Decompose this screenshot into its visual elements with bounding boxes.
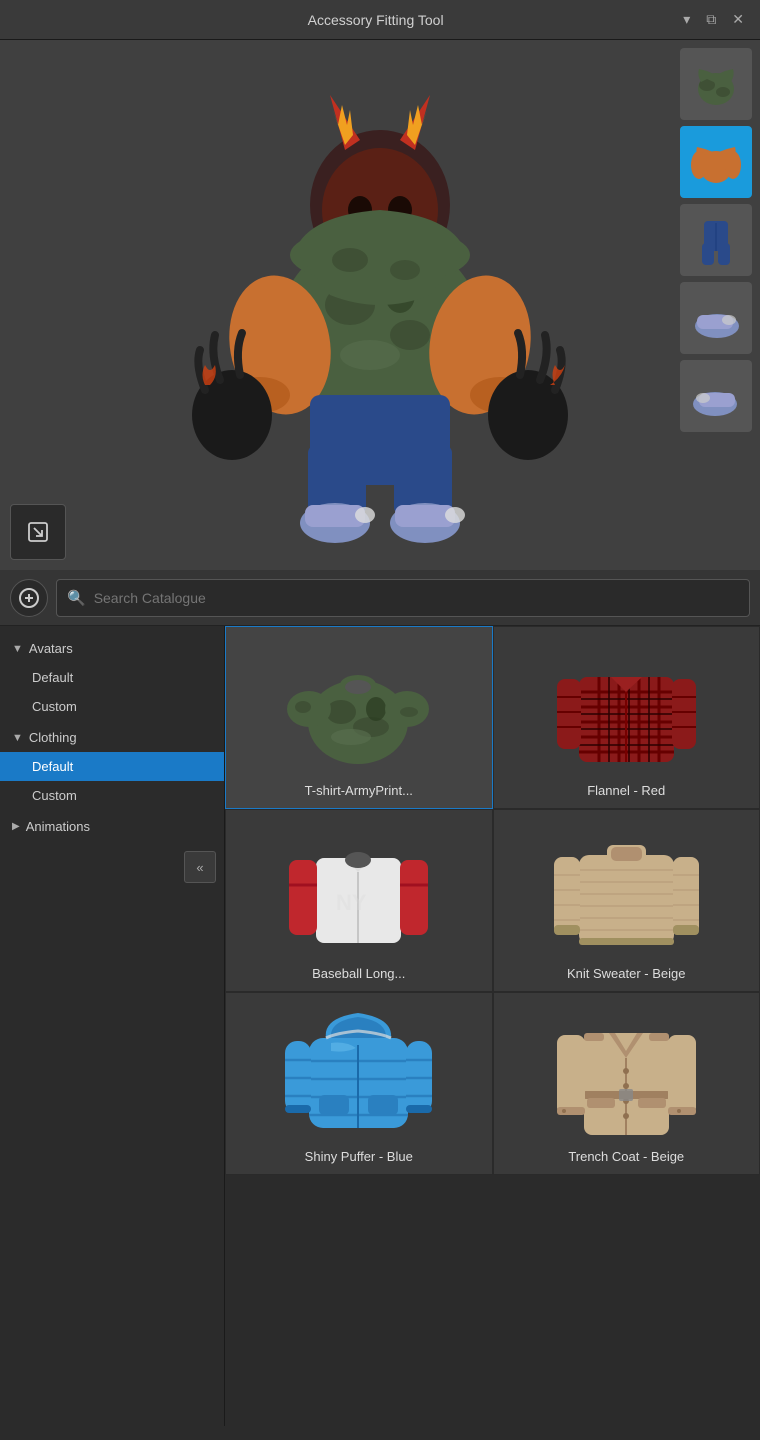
minimize-button[interactable]: ▾ <box>679 9 694 30</box>
window-controls[interactable]: ▾ ⧉ ✕ <box>679 9 748 30</box>
grid-item-3[interactable]: Knit Sweater - Beige <box>493 809 760 992</box>
grid-item-img-0 <box>279 637 439 777</box>
preview-area <box>0 40 760 570</box>
add-button[interactable] <box>10 579 48 617</box>
search-input[interactable] <box>94 590 739 606</box>
grid-item-img-4 <box>279 1003 439 1143</box>
sidebar-group-animations[interactable]: ▶ Animations <box>0 812 224 841</box>
title-bar: Accessory Fitting Tool ▾ ⧉ ✕ <box>0 0 760 40</box>
grid-item-0[interactable]: T-shirt-ArmyPrint... <box>225 626 493 809</box>
close-button[interactable]: ✕ <box>728 9 748 30</box>
avatars-arrow: ▼ <box>12 643 23 655</box>
item-grid: T-shirt-ArmyPrint... <box>225 626 760 1426</box>
clothing-arrow: ▼ <box>12 732 23 744</box>
sidebar-group-avatars[interactable]: ▼ Avatars <box>0 634 224 663</box>
export-button[interactable] <box>10 504 66 560</box>
thumb-camo-shirt[interactable] <box>680 48 752 120</box>
sidebar-group-clothing[interactable]: ▼ Clothing <box>0 723 224 752</box>
main-content: ▼ Avatars Default Custom ▼ Clothing Defa… <box>0 626 760 1426</box>
grid-item-img-5 <box>546 1003 706 1143</box>
sidebar-item-clothing-custom[interactable]: Custom <box>0 781 224 810</box>
animations-arrow: ▶ <box>12 821 20 832</box>
character-preview <box>0 40 760 570</box>
animations-label: Animations <box>26 819 90 834</box>
grid-item-4[interactable]: Shiny Puffer - Blue <box>225 992 493 1175</box>
side-thumbnails <box>680 48 752 432</box>
sidebar-section-animations: ▶ Animations <box>0 812 224 841</box>
grid-item-label-1: Flannel - Red <box>504 783 750 798</box>
search-bar: 🔍 <box>0 570 760 626</box>
sidebar-section-avatars: ▼ Avatars Default Custom <box>0 634 224 721</box>
thumb-shoe-right[interactable] <box>680 360 752 432</box>
sidebar-item-avatars-custom[interactable]: Custom <box>0 692 224 721</box>
grid-item-label-3: Knit Sweater - Beige <box>504 966 750 981</box>
collapse-sidebar-button[interactable]: « <box>184 851 216 883</box>
grid-item-2[interactable]: NY Baseball Long... <box>225 809 493 992</box>
sidebar: ▼ Avatars Default Custom ▼ Clothing Defa… <box>0 626 225 1426</box>
grid-item-label-0: T-shirt-ArmyPrint... <box>236 783 482 798</box>
grid-item-label-4: Shiny Puffer - Blue <box>236 1149 482 1164</box>
thumb-jeans[interactable] <box>680 204 752 276</box>
svg-text:NY: NY <box>336 890 367 915</box>
grid-item-label-5: Trench Coat - Beige <box>504 1149 750 1164</box>
maximize-button[interactable]: ⧉ <box>702 9 720 30</box>
clothing-label: Clothing <box>29 730 77 745</box>
grid-item-img-2: NY <box>279 820 439 960</box>
sidebar-item-clothing-default[interactable]: Default <box>0 752 224 781</box>
thumb-orange-sweater[interactable] <box>680 126 752 198</box>
grid-item-img-3 <box>546 820 706 960</box>
search-icon: 🔍 <box>67 589 86 607</box>
thumb-shoe-left[interactable] <box>680 282 752 354</box>
grid-item-1[interactable]: Flannel - Red <box>493 626 760 809</box>
grid-item-img-1 <box>546 637 706 777</box>
grid-item-5[interactable]: Trench Coat - Beige <box>493 992 760 1175</box>
avatars-label: Avatars <box>29 641 73 656</box>
window-title: Accessory Fitting Tool <box>72 12 679 28</box>
sidebar-item-avatars-default[interactable]: Default <box>0 663 224 692</box>
search-input-wrapper[interactable]: 🔍 <box>56 579 750 617</box>
grid-item-label-2: Baseball Long... <box>236 966 482 981</box>
sidebar-section-clothing: ▼ Clothing Default Custom <box>0 723 224 810</box>
